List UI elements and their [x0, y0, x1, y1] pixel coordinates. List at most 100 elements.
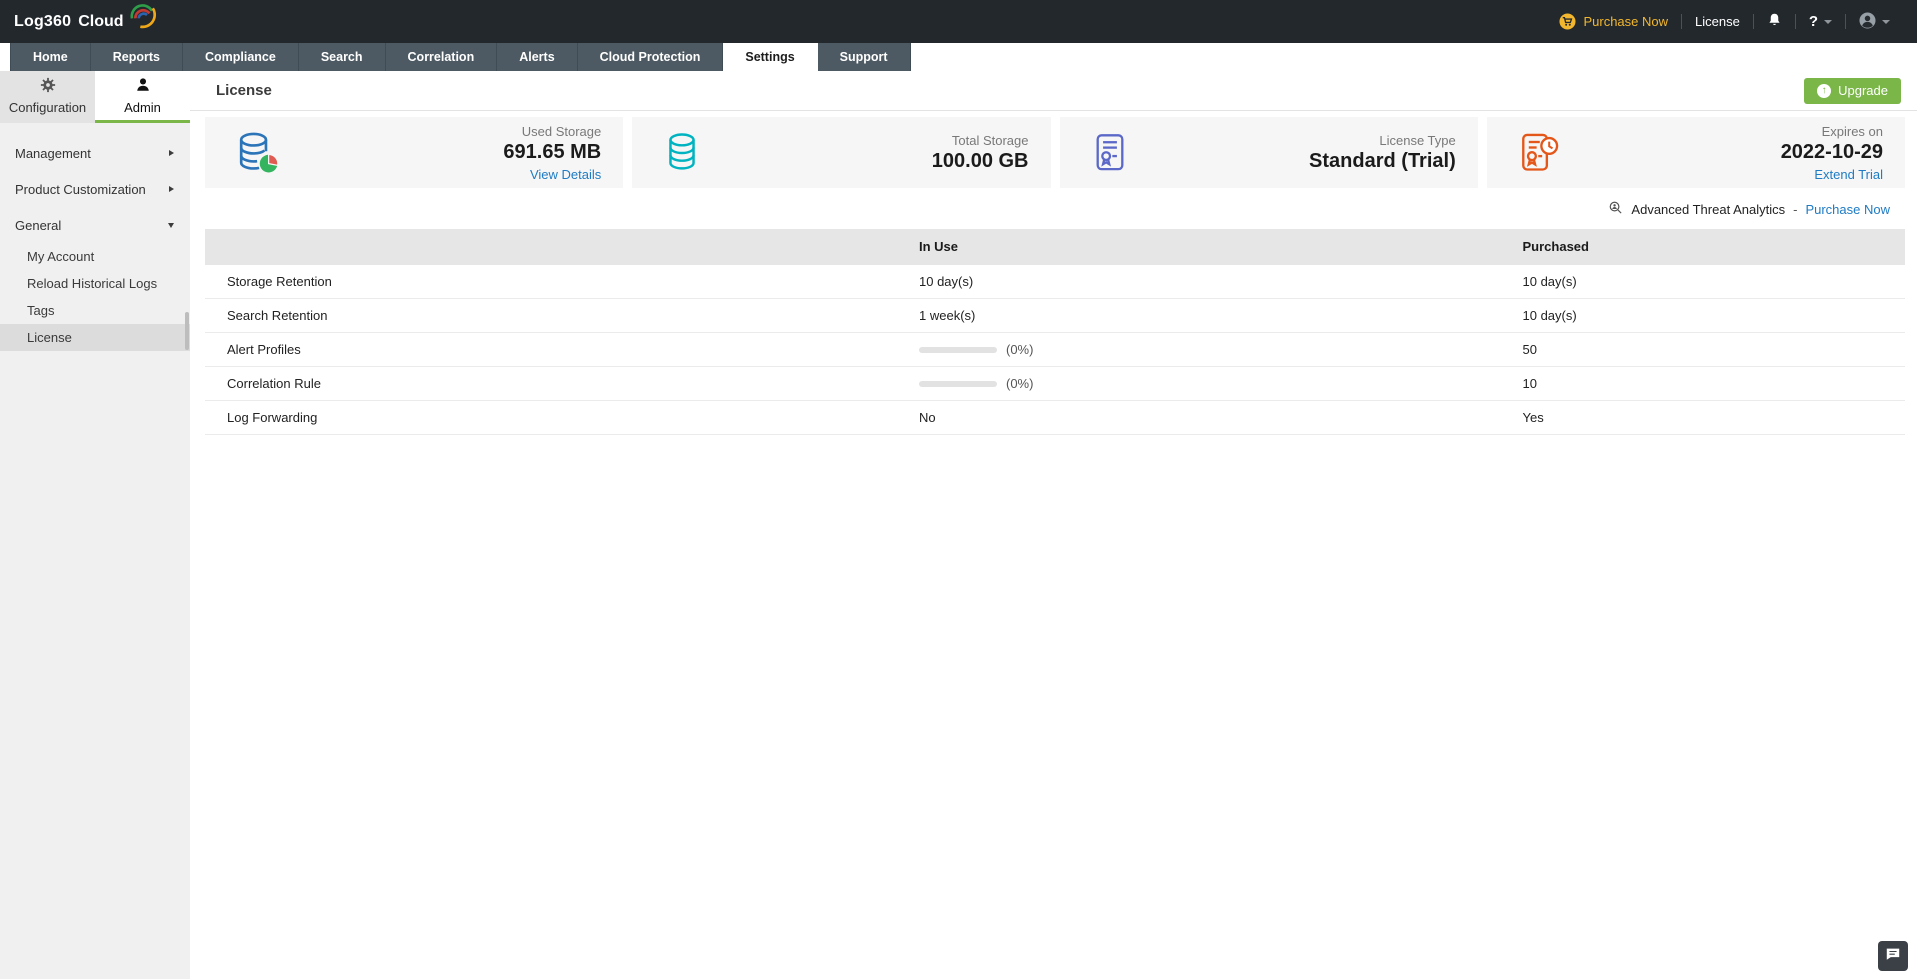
purchased-column-header: Purchased	[1522, 239, 1589, 254]
topbar-license-label: License	[1695, 14, 1740, 29]
table-row-search-retention: Search Retention 1 week(s) 10 day(s)	[205, 299, 1905, 333]
used-storage-text: Used Storage 691.65 MB View Details	[503, 124, 623, 182]
sidebar-tab-configuration[interactable]: Configuration	[0, 71, 95, 123]
purchased-cell: 10 day(s)	[1522, 274, 1577, 289]
sidebar-item-my-account[interactable]: My Account	[0, 243, 190, 270]
nav-tab-home[interactable]: Home	[10, 43, 91, 71]
sidebar-item-label: Management	[15, 145, 91, 161]
main-content: License ↑ Upgrade Used Storage 691.65 MB…	[190, 71, 1917, 979]
usage-progress-bar	[919, 380, 997, 387]
used-storage-value: 691.65 MB	[503, 140, 602, 163]
threat-analytics-label: Advanced Threat Analytics	[1631, 201, 1786, 217]
expires-on-value: 2022-10-29	[1780, 140, 1883, 163]
sidebar-item-label: License	[27, 330, 72, 345]
page-title: License	[216, 82, 272, 99]
purchase-now-label: Purchase Now	[1583, 14, 1669, 29]
card-label: Expires on	[1821, 123, 1883, 139]
profile-menu-button[interactable]	[1846, 11, 1903, 32]
brand-suffix: Cloud	[78, 12, 124, 30]
in-use-cell: 1 week(s)	[919, 308, 976, 323]
app-root: Log360 Cloud Purchase Now License ? Home…	[0, 0, 1917, 979]
upgrade-arrow-icon: ↑	[1817, 83, 1832, 98]
page-header: License ↑ Upgrade	[190, 71, 1917, 111]
admin-person-icon	[135, 77, 151, 96]
nav-tab-reports[interactable]: Reports	[90, 43, 183, 71]
feature-cell: Search Retention	[227, 308, 328, 323]
avatar-icon	[1859, 11, 1876, 32]
total-storage-card: Total Storage 100.00 GB	[632, 117, 1051, 188]
expires-on-text: Expires on 2022-10-29 Extend Trial	[1781, 124, 1905, 182]
sidebar-item-license[interactable]: License	[0, 324, 190, 351]
sidebar-item-management[interactable]: Management	[0, 135, 190, 171]
sidebar-item-label: General	[15, 217, 62, 233]
sidebar-tab-label: Admin	[124, 99, 161, 115]
in-use-cell: No	[919, 410, 936, 425]
sidebar-menu: Management Product Customization General…	[0, 123, 190, 351]
sidebar: Configuration Admin Management Product C…	[0, 71, 190, 979]
sidebar-item-label: Tags	[27, 303, 55, 318]
used-storage-card: Used Storage 691.65 MB View Details	[205, 117, 624, 188]
view-details-link[interactable]: View Details	[503, 167, 601, 182]
chevron-down-icon	[168, 222, 174, 228]
sidebar-tab-admin[interactable]: Admin	[95, 71, 190, 123]
help-menu-button[interactable]: ?	[1796, 13, 1845, 30]
sidebar-tab-label: Configuration	[8, 99, 87, 115]
nav-tab-settings[interactable]: Settings	[723, 43, 818, 71]
total-storage-value: 100.00 GB	[931, 149, 1029, 172]
nav-tab-correlation[interactable]: Correlation	[385, 43, 498, 71]
nav-tab-support[interactable]: Support	[817, 43, 911, 71]
in-use-column-header: In Use	[919, 239, 959, 254]
certificate-clock-icon	[1517, 130, 1561, 176]
sidebar-item-label: Product Customization	[15, 181, 146, 197]
advanced-threat-analytics-row: Advanced Threat Analytics - Purchase Now	[190, 188, 1917, 228]
total-storage-text: Total Storage 100.00 GB	[932, 133, 1051, 173]
sidebar-item-label: My Account	[27, 249, 95, 264]
table-row-correlation-rule: Correlation Rule (0%) 10	[205, 367, 1905, 401]
table-row-log-forwarding: Log Forwarding No Yes	[205, 401, 1905, 435]
help-icon: ?	[1808, 13, 1818, 30]
extend-trial-link[interactable]: Extend Trial	[1781, 167, 1883, 182]
database-pie-icon	[235, 130, 281, 176]
chevron-down-icon	[1882, 19, 1890, 24]
purchased-cell: 10 day(s)	[1522, 308, 1577, 323]
sidebar-item-general[interactable]: General	[0, 207, 190, 243]
chevron-right-icon	[169, 150, 174, 156]
notifications-button[interactable]	[1754, 12, 1795, 31]
table-row-storage-retention: Storage Retention 10 day(s) 10 day(s)	[205, 265, 1905, 299]
purchased-cell: Yes	[1522, 410, 1544, 425]
gear-icon	[40, 77, 56, 96]
separator-dash: -	[1793, 201, 1798, 217]
ata-purchase-now-link[interactable]: Purchase Now	[1805, 202, 1890, 217]
usage-progress-bar	[919, 346, 997, 353]
in-use-cell: (0%)	[919, 376, 1523, 391]
nav-tab-alerts[interactable]: Alerts	[497, 43, 578, 71]
sidebar-item-product-customization[interactable]: Product Customization	[0, 171, 190, 207]
card-label: License Type	[1379, 132, 1456, 148]
feature-cell: Log Forwarding	[227, 410, 318, 425]
feature-cell: Storage Retention	[227, 274, 332, 289]
usage-percent-label: (0%)	[1006, 376, 1034, 391]
nav-tab-search[interactable]: Search	[298, 43, 386, 71]
license-type-card: License Type Standard (Trial)	[1059, 117, 1478, 188]
nav-tab-cloud-protection[interactable]: Cloud Protection	[577, 43, 724, 71]
sidebar-item-reload-historical-logs[interactable]: Reload Historical Logs	[0, 270, 190, 297]
license-type-text: License Type Standard (Trial)	[1309, 133, 1478, 173]
brand-logo: Log360 Cloud	[14, 4, 157, 35]
in-use-cell: (0%)	[919, 342, 1523, 357]
upgrade-button[interactable]: ↑ Upgrade	[1804, 77, 1901, 104]
feedback-chat-button[interactable]	[1878, 941, 1908, 971]
usage-percent-label: (0%)	[1006, 342, 1034, 357]
nav-tab-compliance[interactable]: Compliance	[182, 43, 299, 71]
topbar-purchase-now-button[interactable]: Purchase Now	[1546, 13, 1681, 30]
threat-analytics-icon	[1608, 200, 1623, 218]
feature-cell: Correlation Rule	[227, 376, 321, 391]
chevron-right-icon	[169, 186, 174, 192]
bell-icon	[1767, 12, 1782, 31]
purchased-cell: 10	[1522, 376, 1537, 391]
sidebar-scrollbar[interactable]	[185, 312, 189, 350]
brand-swoosh-icon	[127, 0, 157, 35]
database-icon	[662, 130, 702, 176]
topbar-license-button[interactable]: License	[1682, 14, 1753, 29]
sidebar-item-tags[interactable]: Tags	[0, 297, 190, 324]
chat-bubble-icon	[1885, 946, 1901, 967]
